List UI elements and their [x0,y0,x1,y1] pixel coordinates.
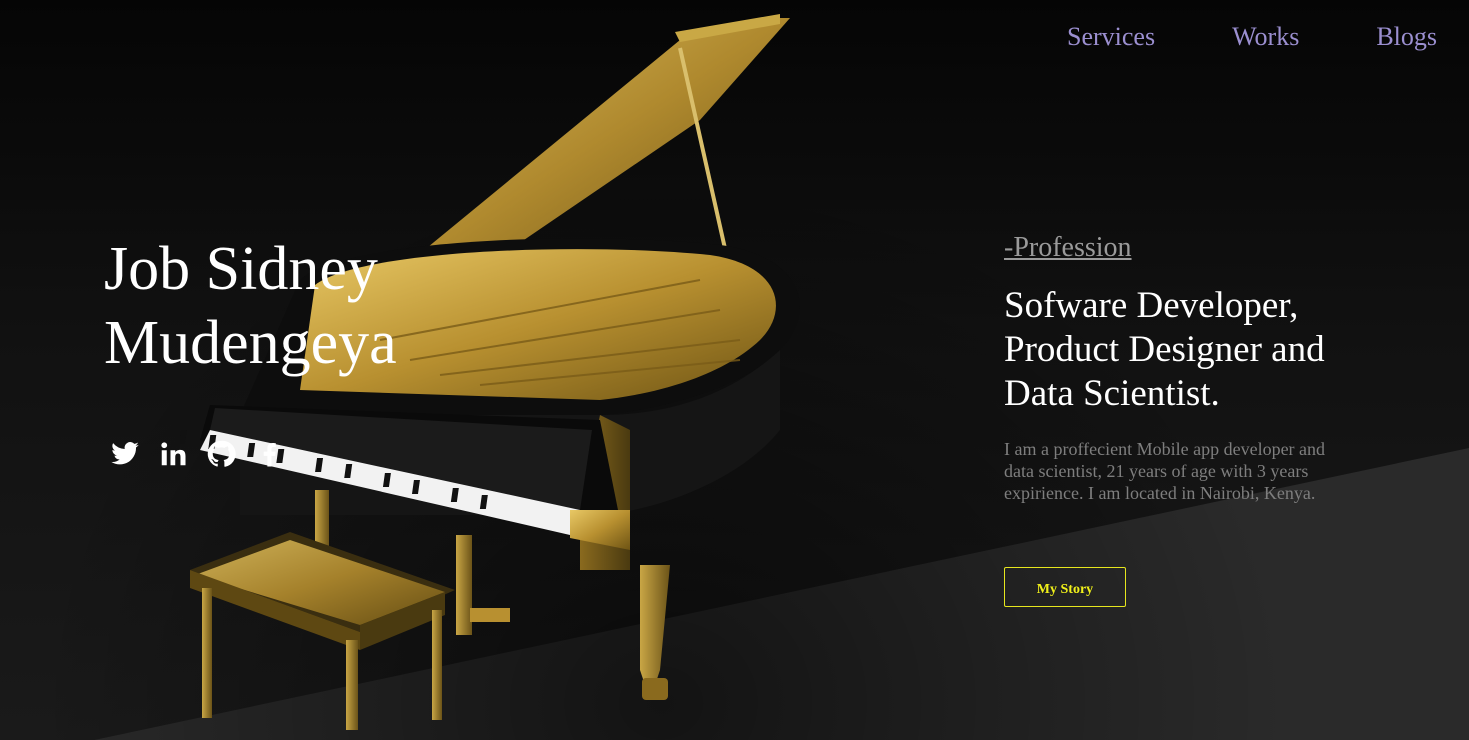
bio-text: I am a proffecient Mobile app developer … [1004,439,1326,503]
social-links [110,438,284,470]
profession-title: Sofware Developer, Product Designer and … [1004,285,1325,414]
nav-blogs-link[interactable]: Blogs [1376,22,1437,52]
nav-works-link[interactable]: Works [1232,22,1299,52]
hero-name: Job Sidney Mudengeya [104,235,397,377]
twitter-icon[interactable] [110,438,140,470]
github-icon[interactable] [206,438,236,470]
my-story-button[interactable]: My Story [1004,567,1126,607]
top-navigation: Services Works Blogs [1067,22,1437,52]
linkedin-icon[interactable] [158,438,188,470]
nav-services-link[interactable]: Services [1067,22,1155,52]
facebook-icon[interactable] [254,438,284,470]
hero-section: Services Works Blogs Job Sidney Mudengey… [0,0,1469,740]
profession-heading: -Profession [1004,232,1132,263]
